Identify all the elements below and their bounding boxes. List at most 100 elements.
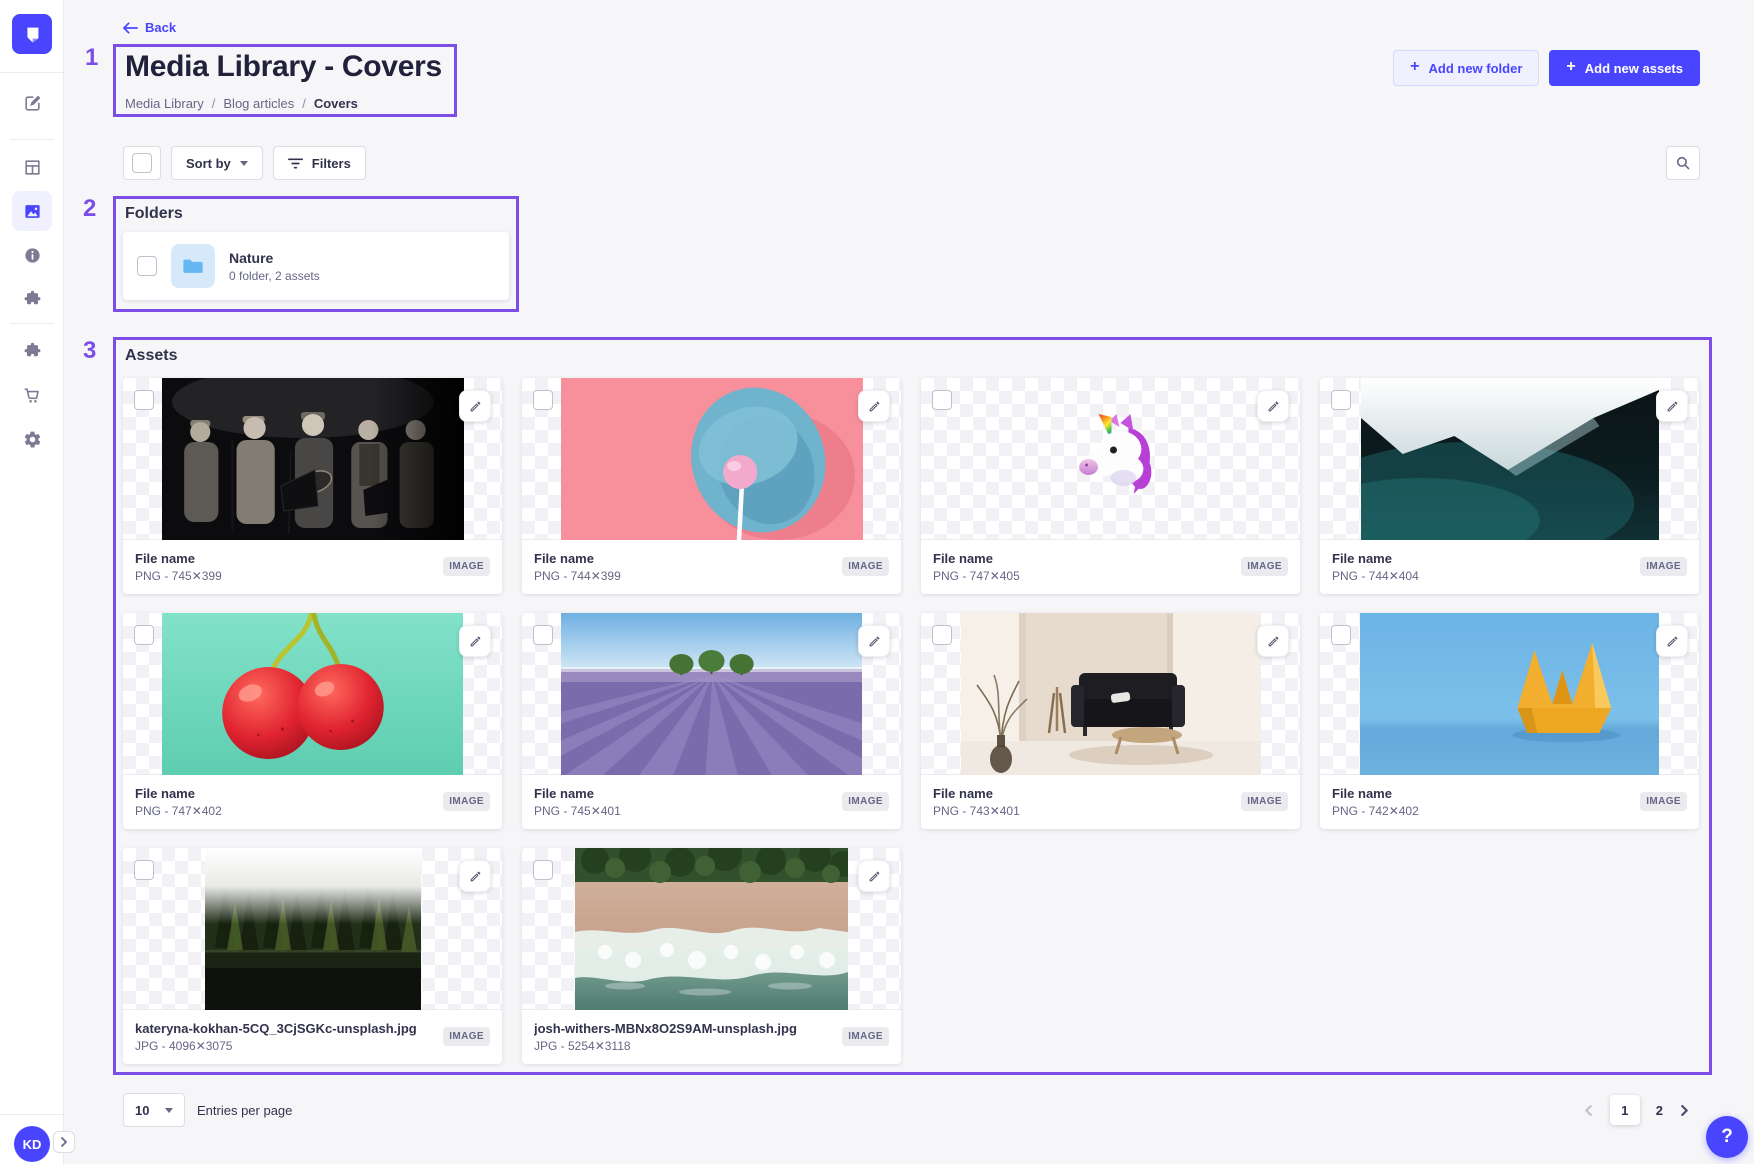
asset-checkbox[interactable] — [134, 860, 154, 880]
pencil-icon — [1267, 635, 1280, 648]
breadcrumb-item[interactable]: Blog articles — [223, 96, 294, 111]
edit-asset-button[interactable] — [1257, 390, 1289, 422]
page-1-button[interactable]: 1 — [1610, 1095, 1640, 1125]
asset-image — [561, 613, 862, 775]
asset-name: File name — [1332, 786, 1419, 801]
previous-page-button[interactable] — [1583, 1105, 1594, 1116]
asset-card[interactable]: File name PNG - 744✕399 IMAGE — [522, 378, 901, 594]
asset-type-badge: IMAGE — [443, 792, 490, 811]
sidebar-item-purchases[interactable] — [12, 375, 52, 415]
edit-asset-button[interactable] — [1656, 625, 1688, 657]
asset-checkbox[interactable] — [533, 390, 553, 410]
folder-icon — [182, 255, 204, 277]
sort-by-button[interactable]: Sort by — [171, 146, 263, 180]
add-new-folder-label: Add new folder — [1429, 61, 1523, 76]
asset-checkbox[interactable] — [533, 860, 553, 880]
edit-asset-button[interactable] — [459, 625, 491, 657]
toolbar: Sort by Filters — [123, 146, 366, 180]
asset-name: File name — [135, 786, 222, 801]
asset-type-badge: IMAGE — [1241, 557, 1288, 576]
asset-footer: josh-withers-MBNx8O2S9AM-unsplash.jpg JP… — [522, 1010, 901, 1063]
sidebar-item-marketplace[interactable] — [12, 331, 52, 371]
entries-per-page-select[interactable]: 10 — [123, 1093, 185, 1127]
add-new-assets-button[interactable]: + Add new assets — [1549, 50, 1700, 86]
avatar[interactable]: KD — [14, 1126, 50, 1162]
search-button[interactable] — [1666, 146, 1700, 180]
asset-meta: PNG - 747✕405 — [933, 569, 1020, 583]
sidebar-expand-button[interactable] — [53, 1131, 75, 1153]
asset-card[interactable]: File name PNG - 747✕402 IMAGE — [123, 613, 502, 829]
sidebar-divider — [0, 72, 64, 73]
add-new-folder-button[interactable]: + Add new folder — [1393, 50, 1539, 86]
gear-icon — [23, 430, 42, 449]
asset-type-badge: IMAGE — [1640, 792, 1687, 811]
help-button[interactable]: ? — [1706, 1116, 1748, 1158]
sidebar-item-settings[interactable] — [12, 419, 52, 459]
asset-image — [575, 848, 848, 1010]
asset-card[interactable]: File name PNG - 744✕404 IMAGE — [1320, 378, 1699, 594]
sidebar-item-media-library[interactable] — [12, 191, 52, 231]
folder-card[interactable]: Nature 0 folder, 2 assets — [123, 232, 509, 300]
edit-asset-button[interactable] — [459, 390, 491, 422]
edit-asset-button[interactable] — [858, 860, 890, 892]
back-link[interactable]: Back — [123, 20, 176, 35]
asset-image — [961, 613, 1261, 775]
select-all-button[interactable] — [123, 146, 161, 180]
asset-texts: File name PNG - 745✕399 — [135, 551, 222, 583]
select-all-checkbox[interactable] — [132, 153, 152, 173]
plus-icon: + — [1410, 59, 1419, 75]
back-label: Back — [145, 20, 176, 35]
sidebar-item-content-type-builder[interactable] — [12, 147, 52, 187]
layout-icon — [23, 158, 42, 177]
asset-meta: PNG - 742✕402 — [1332, 804, 1419, 818]
edit-asset-button[interactable] — [858, 390, 890, 422]
asset-meta: PNG - 743✕401 — [933, 804, 1020, 818]
asset-card[interactable]: File name PNG - 743✕401 IMAGE — [921, 613, 1300, 829]
filters-button[interactable]: Filters — [273, 146, 366, 180]
asset-card[interactable]: File name PNG - 742✕402 IMAGE — [1320, 613, 1699, 829]
page-2-button[interactable]: 2 — [1656, 1103, 1663, 1118]
iceberg-photo — [1361, 378, 1659, 540]
asset-checkbox[interactable] — [932, 390, 952, 410]
breadcrumb-separator: / — [212, 96, 216, 111]
asset-type-badge: IMAGE — [842, 792, 889, 811]
asset-card[interactable]: File name PNG - 745✕401 IMAGE — [522, 613, 901, 829]
pencil-icon — [469, 870, 482, 883]
asset-checkbox[interactable] — [1331, 625, 1351, 645]
sidebar-item-content-manager[interactable] — [12, 83, 52, 123]
edit-asset-button[interactable] — [459, 860, 491, 892]
asset-name: File name — [1332, 551, 1419, 566]
cherries-photo — [162, 613, 463, 775]
asset-checkbox[interactable] — [1331, 390, 1351, 410]
asset-card[interactable]: File name PNG - 747✕405 IMAGE — [921, 378, 1300, 594]
asset-image-area — [123, 378, 502, 540]
chevron-down-icon — [165, 1108, 173, 1113]
breadcrumb-item[interactable]: Media Library — [125, 96, 204, 111]
sidebar-item-plugins[interactable] — [12, 279, 52, 319]
breadcrumb: Media Library / Blog articles / Covers — [125, 96, 358, 111]
sidebar-item-documentation[interactable] — [12, 235, 52, 275]
edit-asset-button[interactable] — [1257, 625, 1289, 657]
puzzle-icon — [23, 290, 42, 309]
page-title: Media Library - Covers — [125, 50, 442, 84]
asset-checkbox[interactable] — [134, 625, 154, 645]
asset-checkbox[interactable] — [134, 390, 154, 410]
chevron-right-icon — [1679, 1105, 1690, 1116]
edit-asset-button[interactable] — [1656, 390, 1688, 422]
asset-card[interactable]: File name PNG - 745✕399 IMAGE — [123, 378, 502, 594]
asset-footer: File name PNG - 742✕402 IMAGE — [1320, 775, 1699, 828]
asset-card[interactable]: kateryna-kokhan-5CQ_3CjSGKc-unsplash.jpg… — [123, 848, 502, 1064]
asset-image — [205, 848, 421, 1010]
strapi-logo-icon[interactable] — [12, 14, 52, 54]
edit-asset-button[interactable] — [858, 625, 890, 657]
filters-label: Filters — [312, 156, 351, 171]
asset-meta: PNG - 745✕399 — [135, 569, 222, 583]
asset-footer: File name PNG - 747✕405 IMAGE — [921, 540, 1300, 593]
next-page-button[interactable] — [1679, 1105, 1690, 1116]
folder-checkbox[interactable] — [137, 256, 157, 276]
asset-footer: kateryna-kokhan-5CQ_3CjSGKc-unsplash.jpg… — [123, 1010, 502, 1063]
asset-type-badge: IMAGE — [1241, 792, 1288, 811]
asset-checkbox[interactable] — [932, 625, 952, 645]
asset-checkbox[interactable] — [533, 625, 553, 645]
asset-card[interactable]: josh-withers-MBNx8O2S9AM-unsplash.jpg JP… — [522, 848, 901, 1064]
